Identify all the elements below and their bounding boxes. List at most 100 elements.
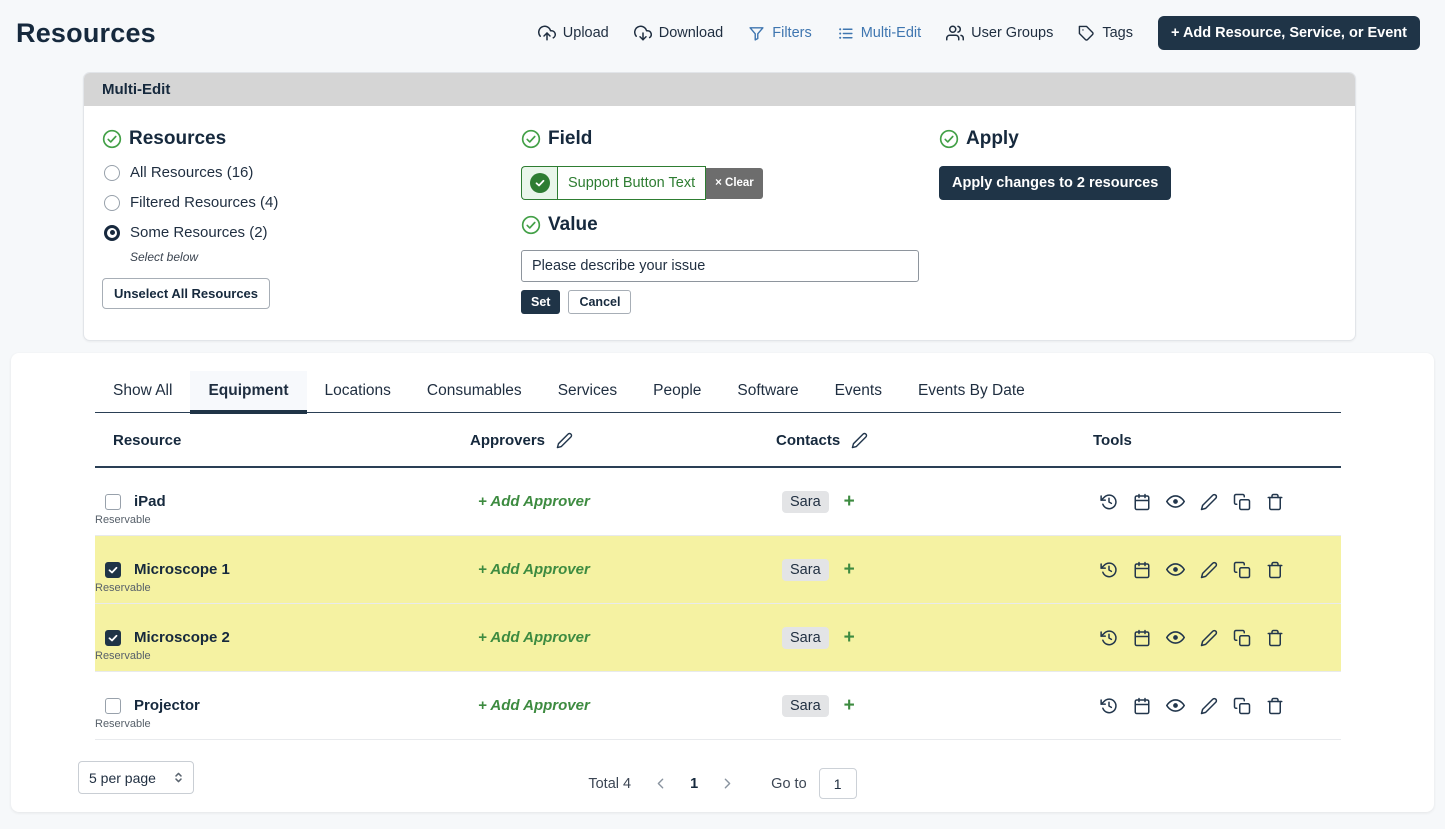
tab-services[interactable]: Services [540,371,635,412]
upload-label: Upload [563,25,609,41]
set-button[interactable]: Set [521,290,560,314]
tab-software[interactable]: Software [719,371,816,412]
trash-icon[interactable] [1266,629,1284,647]
trash-icon[interactable] [1266,697,1284,715]
multi-edit-panel: Multi-Edit Resources All Resources (16) … [83,72,1356,341]
per-page-select[interactable]: 5 per page [78,761,194,794]
goto-page-input[interactable] [819,768,857,799]
row-checkbox[interactable] [105,494,121,510]
add-contact-button[interactable]: + [844,696,855,715]
download-button[interactable]: Download [634,24,724,42]
value-input[interactable] [521,250,919,282]
tools-cell [1075,560,1341,579]
column-tools-label: Tools [1093,432,1132,449]
add-contact-button[interactable]: + [844,492,855,511]
select-updown-icon [171,770,186,785]
eye-icon[interactable] [1166,560,1185,579]
total-count: Total 4 [588,776,631,792]
field-heading-label: Field [548,128,592,150]
goto-group: Go to [771,768,856,799]
copy-icon[interactable] [1233,697,1251,715]
current-page-button[interactable]: 1 [690,776,698,792]
trash-icon[interactable] [1266,561,1284,579]
history-icon[interactable] [1100,493,1118,511]
copy-icon[interactable] [1233,561,1251,579]
chevron-right-icon [719,775,736,792]
apply-heading-label: Apply [966,128,1019,150]
table-row: Microscope 2 + Add Approver Sara + Reser… [95,604,1341,672]
eye-icon[interactable] [1166,696,1185,715]
resource-name: Microscope 1 [134,561,230,578]
add-approver-button[interactable]: + Add Approver [478,697,590,714]
add-contact-button[interactable]: + [844,560,855,579]
trash-icon[interactable] [1266,493,1284,511]
radio-some-resources[interactable]: Some Resources (2) [104,224,521,241]
contacts-cell: Sara + [758,695,1075,717]
apply-changes-button[interactable]: Apply changes to 2 resources [939,166,1171,200]
approvers-cell: + Add Approver [452,493,758,511]
cancel-button[interactable]: Cancel [568,290,631,314]
tags-button[interactable]: Tags [1078,25,1133,42]
edit-approvers-icon[interactable] [556,432,573,449]
contact-badge: Sara [782,627,829,649]
row-checkbox-checked[interactable] [105,562,121,578]
calendar-icon[interactable] [1133,629,1151,647]
contacts-cell: Sara + [758,559,1075,581]
row-checkbox[interactable] [105,698,121,714]
add-contact-button[interactable]: + [844,628,855,647]
radio-circle-icon [104,165,120,181]
multi-edit-button[interactable]: Multi-Edit [837,25,921,42]
circle-check-icon [939,129,959,149]
resources-section-heading: Resources [102,128,521,150]
check-icon [107,564,119,576]
table-header: Resource Approvers Contacts Tools [95,413,1341,468]
add-resource-button[interactable]: + Add Resource, Service, or Event [1158,16,1420,50]
page-title: Resources [16,18,156,49]
history-icon[interactable] [1100,629,1118,647]
download-cloud-icon [634,24,652,42]
clear-field-button[interactable]: × Clear [706,168,763,199]
tab-equipment[interactable]: Equipment [190,371,306,412]
next-page-button[interactable] [719,775,736,792]
user-groups-button[interactable]: User Groups [946,24,1053,42]
radio-all-resources[interactable]: All Resources (16) [104,164,521,181]
history-icon[interactable] [1100,697,1118,715]
add-approver-button[interactable]: + Add Approver [478,629,590,646]
radio-selected-icon [104,225,120,241]
unselect-all-button[interactable]: Unselect All Resources [102,278,270,309]
tab-events[interactable]: Events [817,371,900,412]
history-icon[interactable] [1100,561,1118,579]
radio-circle-icon [104,195,120,211]
eye-icon[interactable] [1166,628,1185,647]
filters-button[interactable]: Filters [748,25,811,42]
radio-filtered-resources[interactable]: Filtered Resources (4) [104,194,521,211]
filter-funnel-icon [748,25,765,42]
select-below-hint: Select below [130,250,521,264]
add-approver-button[interactable]: + Add Approver [478,493,590,510]
pagination: Total 4 1 Go to [11,753,1434,799]
table-footer: 5 per page Total 4 1 Go to [11,753,1434,817]
upload-button[interactable]: Upload [538,24,609,42]
prev-page-button[interactable] [652,775,669,792]
edit-contacts-icon[interactable] [851,432,868,449]
pencil-icon[interactable] [1200,493,1218,511]
add-approver-button[interactable]: + Add Approver [478,561,590,578]
tab-events-by-date[interactable]: Events By Date [900,371,1043,412]
calendar-icon[interactable] [1133,493,1151,511]
tab-show-all[interactable]: Show All [95,371,190,412]
column-resource: Resource [95,432,452,449]
resource-tabs: Show All Equipment Locations Consumables… [95,353,1341,413]
copy-icon[interactable] [1233,493,1251,511]
tab-people[interactable]: People [635,371,719,412]
pencil-icon[interactable] [1200,629,1218,647]
tab-consumables[interactable]: Consumables [409,371,540,412]
pencil-icon[interactable] [1200,697,1218,715]
eye-icon[interactable] [1166,492,1185,511]
per-page-value: 5 per page [89,770,156,786]
row-checkbox-checked[interactable] [105,630,121,646]
calendar-icon[interactable] [1133,697,1151,715]
tab-locations[interactable]: Locations [307,371,409,412]
pencil-icon[interactable] [1200,561,1218,579]
calendar-icon[interactable] [1133,561,1151,579]
copy-icon[interactable] [1233,629,1251,647]
